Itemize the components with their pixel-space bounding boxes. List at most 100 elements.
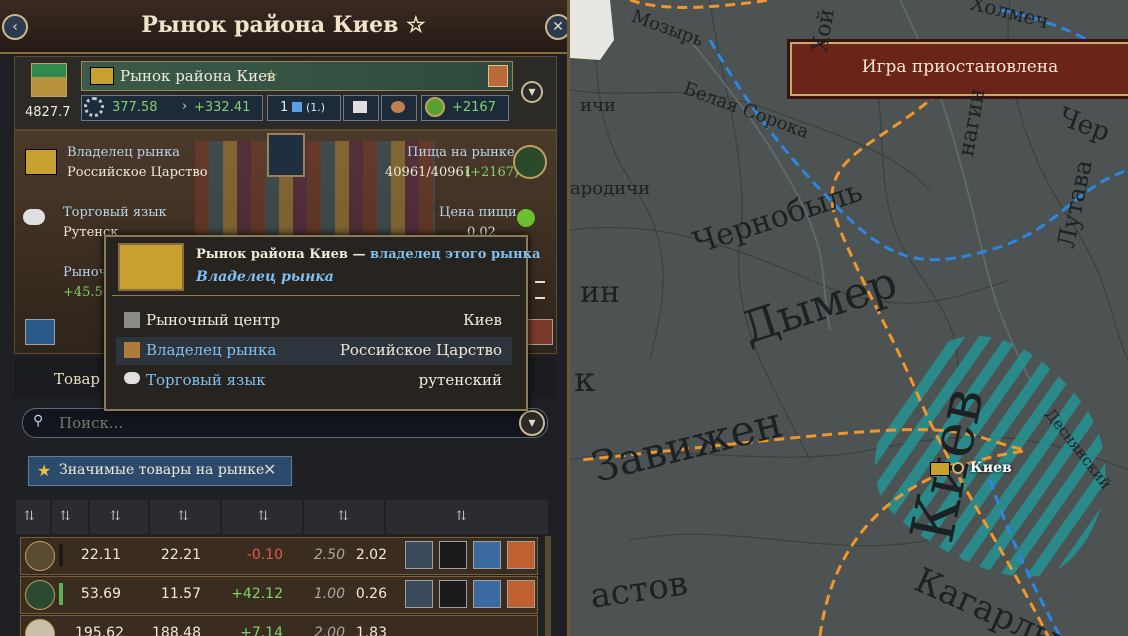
cell-demand: 22.21: [160, 547, 201, 563]
filter-chip[interactable]: ★ Значимые товары на рынке ✕: [28, 456, 292, 486]
search-icon: ⚲: [33, 413, 44, 429]
food-apple-icon: [513, 145, 547, 179]
tooltip-title: Рынок района Киев — владелец этого рынка: [196, 247, 540, 262]
food-income-value: +2167: [452, 100, 496, 115]
owner-flag-icon: [25, 149, 57, 175]
tooltip-row-value: Российское Царство: [339, 341, 502, 359]
tooltip-title-main: Рынок района Киев —: [196, 247, 366, 262]
gear-icon: [84, 97, 104, 117]
remove-left-icon[interactable]: [25, 319, 55, 345]
close-button[interactable]: ✕: [545, 14, 567, 40]
market-stall-icon: [31, 63, 67, 97]
column-header-demand[interactable]: ⇅: [90, 500, 148, 534]
map-label-darodichi: ародичи: [570, 178, 651, 199]
export-button[interactable]: [507, 580, 535, 608]
tab-goods[interactable]: Товар: [54, 370, 100, 388]
table-row[interactable]: 195.62 188.48 +7.14 2.00 1.83: [20, 615, 538, 636]
search-bar[interactable]: ⚲ ▾: [22, 408, 548, 438]
tooltip-divider: [112, 295, 520, 296]
balance-icon: ⇅: [178, 509, 189, 524]
language-label: Торговый язык: [63, 205, 167, 220]
supply-icon: ⇅: [60, 509, 71, 524]
owner-value: Российское Царство: [67, 165, 208, 180]
tooltip-row-market-center: Рыночный центр Киев: [116, 307, 512, 335]
supply-bar: [59, 544, 63, 566]
city-label: Киев: [970, 460, 1012, 476]
world-map[interactable]: Игра приостановлена Дымер Завижен Киев Ч…: [570, 0, 1128, 636]
food-price-label: Цена пищи: [439, 205, 517, 220]
food-label: Пища на рынке: [407, 145, 515, 160]
price-icon: ⇅: [338, 509, 349, 524]
import-button[interactable]: [473, 580, 501, 608]
arrow-icon: ›: [182, 99, 188, 114]
cell-price: 1.83: [355, 625, 387, 636]
column-header-base-price[interactable]: ⇅: [222, 500, 302, 534]
scrollbar[interactable]: [545, 536, 551, 636]
building-button[interactable]: [405, 541, 433, 569]
speech-icon: [124, 372, 140, 384]
market-name-field[interactable]: Рынок района Киев ☆: [81, 61, 513, 91]
owner-label: Владелец рынка: [67, 145, 180, 160]
goods-icon: [25, 541, 55, 571]
tooltip-row-owner: Владелец рынка Российское Царство: [116, 337, 512, 365]
tooltip-row-value: Киев: [463, 311, 502, 329]
search-input[interactable]: [57, 413, 501, 433]
production-value: 377.58: [112, 100, 158, 115]
tools-button[interactable]: [439, 580, 467, 608]
goods-button[interactable]: [381, 95, 417, 121]
column-header-actions[interactable]: ⇅: [386, 500, 548, 534]
green-apple-icon: [517, 209, 535, 227]
favorite-star-icon[interactable]: ☆: [264, 66, 278, 85]
portrait-frame[interactable]: [267, 133, 305, 177]
cell-price: 2.02: [355, 547, 387, 563]
cell-supply: 22.11: [80, 547, 121, 563]
market-flag-icon: [90, 67, 114, 85]
pin-icon[interactable]: [535, 281, 545, 299]
tooltip-row-label: Владелец рынка: [146, 341, 277, 359]
sort-icon: ⇅: [24, 509, 35, 524]
production-stat[interactable]: 377.58 › +332.41: [81, 95, 263, 121]
column-header-balance[interactable]: ⇅: [150, 500, 220, 534]
table-row[interactable]: 53.69 11.57 +42.12 1.00 0.26: [20, 576, 538, 614]
export-button[interactable]: [507, 541, 535, 569]
flag-icon: [292, 102, 302, 112]
tooltip-flag-icon: [118, 243, 184, 291]
gold-value: 4827.7: [25, 105, 71, 120]
tooltip-row-language: Торговый язык рутенский: [116, 367, 512, 395]
import-button[interactable]: [473, 541, 501, 569]
column-header-sort-goods[interactable]: ⇅: [16, 500, 50, 534]
count-stat[interactable]: 1 (1.): [267, 95, 341, 121]
cell-base-price: 1.00: [313, 586, 345, 602]
base-price-icon: ⇅: [258, 509, 269, 524]
filter-dropdown-button[interactable]: ▾: [521, 81, 543, 103]
cell-price: 0.26: [355, 586, 387, 602]
tooltip-subtitle: Владелец рынка: [196, 269, 334, 285]
table-row[interactable]: 22.11 22.21 -0.10 2.50 2.02: [20, 537, 538, 575]
goods-icon: [391, 101, 405, 113]
map-label-k: к: [574, 360, 596, 400]
tooltip-row-value: рутенский: [418, 371, 502, 389]
map-label-in: ин: [580, 275, 620, 310]
apple-icon: [425, 97, 445, 117]
city-marker-kiev[interactable]: Киев: [930, 460, 1012, 480]
search-filter-button[interactable]: ▾: [519, 410, 545, 436]
tools-button[interactable]: [439, 541, 467, 569]
close-icon[interactable]: ✕: [263, 460, 276, 479]
market-center-icon: [124, 312, 140, 328]
game-paused-banner[interactable]: Игра приостановлена: [790, 42, 1128, 96]
food-income-stat[interactable]: +2167: [421, 95, 509, 121]
count-sub-value: (1.): [306, 101, 326, 114]
cell-demand: 188.48: [152, 625, 201, 636]
building-button[interactable]: [343, 95, 379, 121]
tooltip-row-label: Рыночный центр: [146, 311, 281, 329]
speech-icon: [23, 209, 45, 225]
building-button[interactable]: [405, 580, 433, 608]
food-value: 40961/40961: [385, 165, 473, 180]
tooltip-title-accent: владелец этого рынка: [370, 247, 541, 262]
column-header-supply[interactable]: ⇅: [52, 500, 88, 534]
demand-icon: ⇅: [110, 509, 121, 524]
column-header-price[interactable]: ⇅: [304, 500, 384, 534]
city-flag-icon: [930, 462, 950, 476]
owner-portrait-icon[interactable]: [488, 65, 508, 87]
cell-balance: +42.12: [231, 586, 283, 602]
